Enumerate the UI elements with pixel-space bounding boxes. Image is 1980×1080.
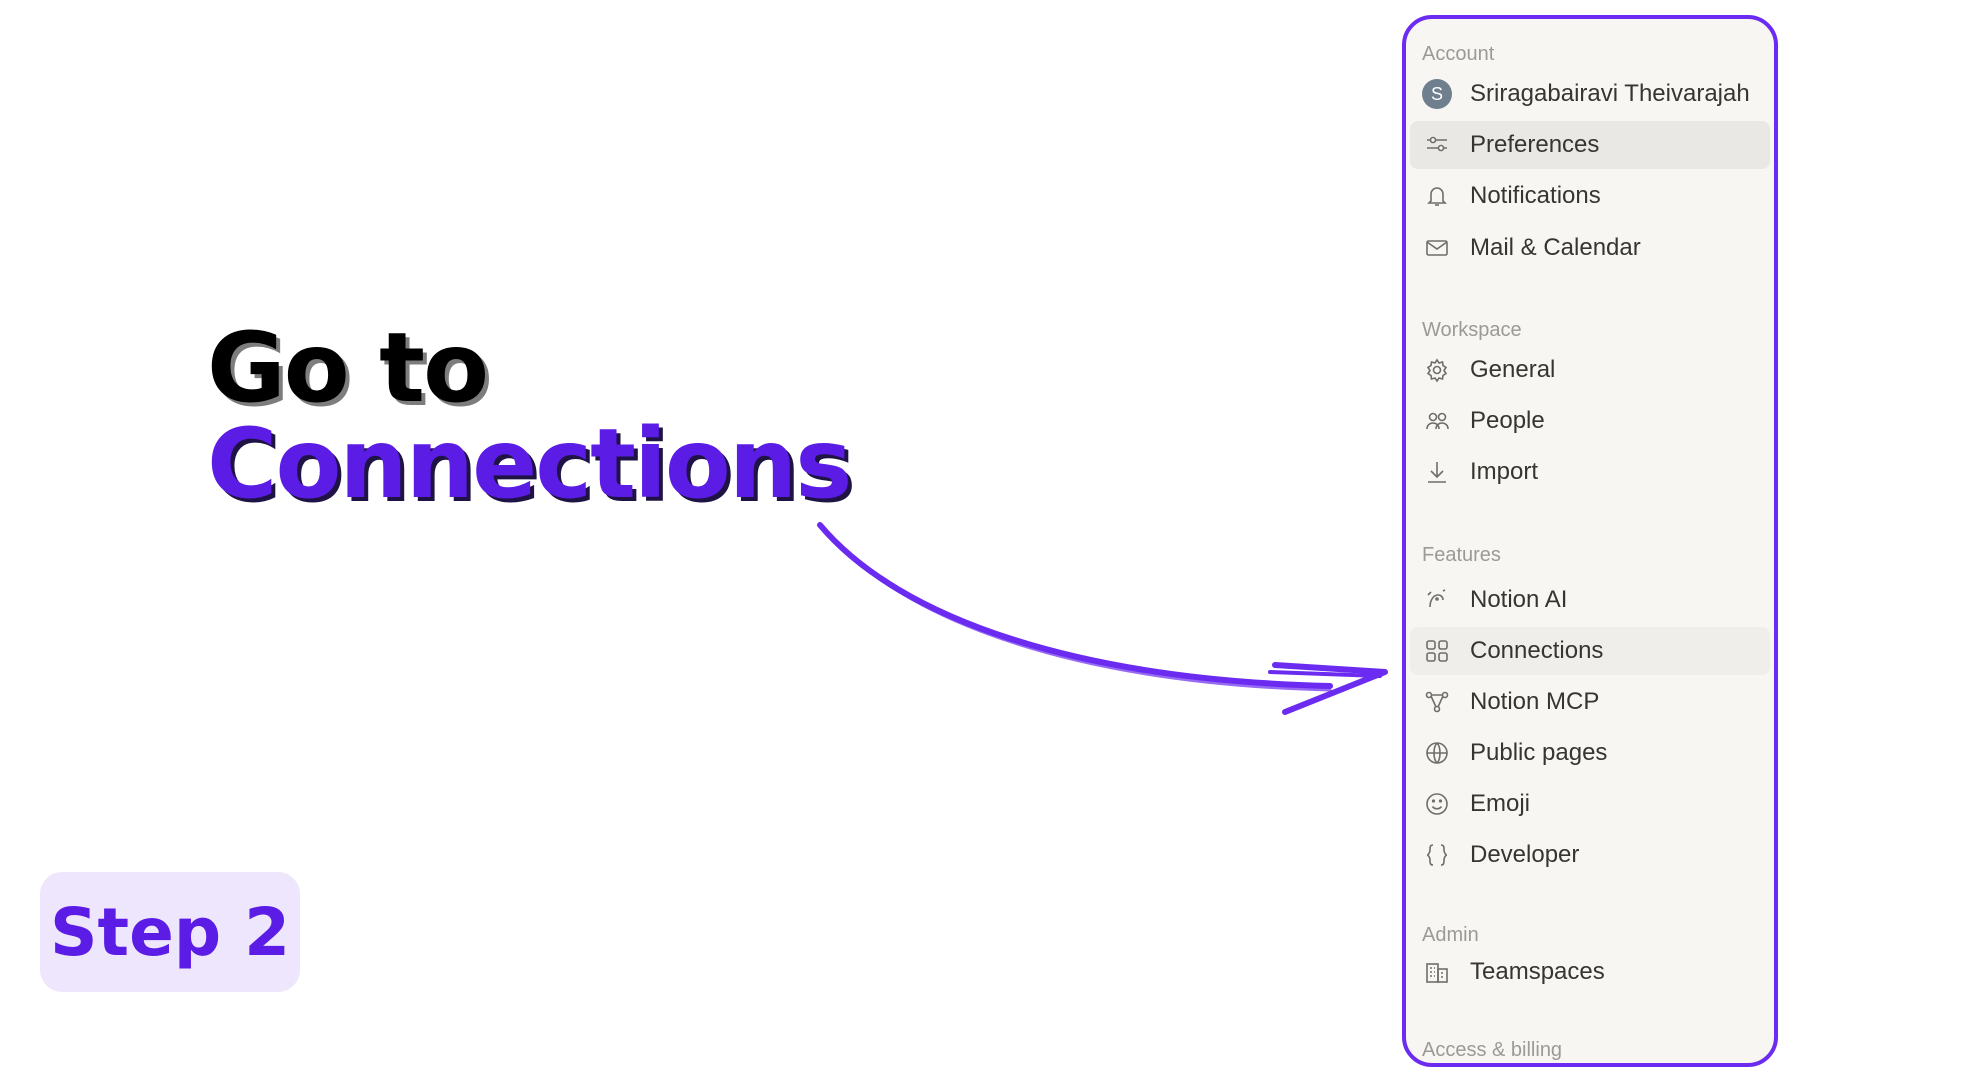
headline: Go to Connections <box>207 312 852 520</box>
sidebar-item-import[interactable]: Import <box>1410 448 1770 496</box>
smiley-icon <box>1422 789 1452 819</box>
sidebar-item-notion-ai[interactable]: Notion AI <box>1410 576 1770 624</box>
sidebar-item-label: Import <box>1470 458 1539 485</box>
sidebar-item-public-pages[interactable]: Public pages <box>1410 729 1770 777</box>
headline-connections: Connections <box>207 408 852 520</box>
sidebar-item-connections[interactable]: Connections <box>1410 627 1770 675</box>
sidebar-item-label: Developer <box>1470 841 1580 868</box>
grid-icon <box>1422 636 1452 666</box>
sidebar-item-label: General <box>1470 356 1556 383</box>
sidebar-item-preferences[interactable]: Preferences <box>1410 121 1770 169</box>
avatar: S <box>1422 79 1452 109</box>
sidebar-item-notion-mcp[interactable]: Notion MCP <box>1410 678 1770 726</box>
sidebar-item-label: Emoji <box>1470 790 1531 817</box>
sidebar-item-label: Notion AI <box>1470 586 1568 613</box>
globe-icon <box>1422 738 1452 768</box>
sidebar-item-general[interactable]: General <box>1410 346 1770 394</box>
mail-icon <box>1422 233 1452 263</box>
sidebar-item-sriragabairavi-theivarajah[interactable]: S Sriragabairavi Theivarajah <box>1410 70 1770 118</box>
sidebar-item-people[interactable]: People <box>1410 397 1770 445</box>
settings-sidebar: Account S Sriragabairavi Theivarajah Prefer… <box>1402 15 1778 1067</box>
section-label-features: Features <box>1422 544 1501 566</box>
sidebar-item-label: Notion MCP <box>1470 688 1600 715</box>
sidebar-item-developer[interactable]: Developer <box>1410 831 1770 879</box>
step-badge: Step 2 <box>40 872 300 992</box>
avatar-letter: S <box>1422 79 1452 109</box>
section-label-account: Account <box>1422 43 1495 65</box>
sidebar-item-teamspaces[interactable]: Teamspaces <box>1410 948 1770 996</box>
step-label: Step 2 <box>50 893 290 971</box>
ai-face-icon <box>1422 585 1452 615</box>
download-icon <box>1422 457 1452 487</box>
people-icon <box>1422 406 1452 436</box>
sidebar-item-notifications[interactable]: Notifications <box>1410 172 1770 220</box>
headline-go-to: Go to <box>207 312 489 424</box>
gear-icon <box>1422 355 1452 385</box>
sidebar-item-label: Preferences <box>1470 131 1600 158</box>
sidebar-item-mail-calendar[interactable]: Mail & Calendar <box>1410 224 1770 272</box>
section-label-admin: Admin <box>1422 924 1479 946</box>
sidebar-item-label: Sriragabairavi Theivarajah <box>1470 80 1750 107</box>
braces-icon <box>1422 840 1452 870</box>
section-label-workspace: Workspace <box>1422 319 1522 341</box>
sidebar-item-label: Connections <box>1470 637 1604 664</box>
sidebar-item-label: Public pages <box>1470 739 1608 766</box>
sidebar-item-label: Notifications <box>1470 182 1601 209</box>
sidebar-item-label: Mail & Calendar <box>1470 234 1641 261</box>
building-icon <box>1422 957 1452 987</box>
section-label-access-billing: Access & billing <box>1422 1039 1563 1061</box>
nodes-icon <box>1422 687 1452 717</box>
sliders-icon <box>1422 130 1452 160</box>
sidebar-item-emoji[interactable]: Emoji <box>1410 780 1770 828</box>
bell-icon <box>1422 181 1452 211</box>
sidebar-item-label: People <box>1470 407 1545 434</box>
sidebar-item-label: Teamspaces <box>1470 958 1605 985</box>
